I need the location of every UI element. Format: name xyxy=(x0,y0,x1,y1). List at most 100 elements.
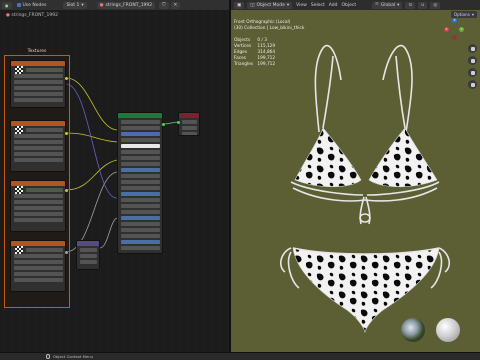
node-field[interactable] xyxy=(121,143,160,148)
editor-type-button[interactable]: ▣ xyxy=(234,1,245,9)
ortho-toggle-button[interactable] xyxy=(468,80,477,89)
node-field[interactable] xyxy=(121,191,160,196)
node-field[interactable] xyxy=(121,131,160,136)
surface-input-socket[interactable] xyxy=(176,120,180,124)
camera-button[interactable] xyxy=(468,68,477,77)
breadcrumb-material-icon: ● xyxy=(6,13,10,18)
node-field[interactable] xyxy=(121,179,160,184)
node-field[interactable] xyxy=(14,205,63,210)
node-field[interactable] xyxy=(14,211,63,216)
image-field[interactable] xyxy=(26,67,63,72)
slot-dropdown[interactable]: Slot 1 ▾ xyxy=(63,1,87,9)
node-field[interactable] xyxy=(14,133,63,138)
pivot-button[interactable]: ⊙ xyxy=(405,1,416,9)
node-field[interactable] xyxy=(14,157,63,162)
node-row xyxy=(13,79,63,84)
node-field[interactable] xyxy=(121,185,160,190)
bikini-model[interactable] xyxy=(271,20,461,350)
node-field[interactable] xyxy=(14,139,63,144)
proportional-edit-button[interactable]: ◎ xyxy=(430,1,441,9)
node-field[interactable] xyxy=(182,131,197,135)
node-field[interactable] xyxy=(80,259,97,264)
node-field[interactable] xyxy=(14,85,63,90)
use-nodes-checkbox[interactable] xyxy=(16,3,21,7)
image-texture-node-4[interactable] xyxy=(10,240,66,292)
node-field[interactable] xyxy=(121,155,160,160)
node-field[interactable] xyxy=(121,197,160,202)
node-field[interactable] xyxy=(121,227,160,232)
node-field[interactable] xyxy=(14,199,63,204)
normal-map-node[interactable] xyxy=(76,240,100,270)
zoom-button[interactable] xyxy=(468,44,477,53)
output-socket[interactable] xyxy=(64,188,68,192)
node-row xyxy=(120,137,160,142)
image-field[interactable] xyxy=(26,187,63,192)
pan-button[interactable] xyxy=(468,56,477,65)
menu-object[interactable]: Object xyxy=(341,3,356,8)
node-field[interactable] xyxy=(14,193,63,198)
image-texture-node-1[interactable] xyxy=(10,60,66,108)
output-socket[interactable] xyxy=(64,131,68,135)
material-output-node[interactable] xyxy=(178,112,200,136)
node-field[interactable] xyxy=(121,125,160,130)
image-texture-node-2[interactable] xyxy=(10,120,66,172)
material-unlink-button[interactable]: ✕ xyxy=(170,1,181,9)
node-field[interactable] xyxy=(80,253,97,258)
node-field[interactable] xyxy=(121,215,160,220)
node-row xyxy=(13,125,63,134)
node-field[interactable] xyxy=(14,79,63,84)
frame-label: Textures xyxy=(27,49,47,54)
node-field[interactable] xyxy=(121,233,160,238)
node-field[interactable] xyxy=(14,271,63,276)
node-row xyxy=(13,133,63,138)
editor-type-button[interactable]: ● xyxy=(2,1,12,9)
node-field[interactable] xyxy=(14,253,63,258)
shader-node-editor[interactable]: ● Use Nodes Slot 1 ▾ ● strings_FRONT_199… xyxy=(0,0,230,352)
node-field[interactable] xyxy=(14,145,63,150)
output-socket[interactable] xyxy=(64,250,68,254)
mouse-right-icon xyxy=(46,354,50,359)
node-field[interactable] xyxy=(80,247,97,252)
material-fake-user-button[interactable]: ⛉ xyxy=(159,1,169,9)
node-field[interactable] xyxy=(14,265,63,270)
transform-orientation-dropdown[interactable]: ⤧ Global ▾ xyxy=(372,1,403,9)
node-field[interactable] xyxy=(14,73,63,78)
node-field[interactable] xyxy=(121,239,160,244)
node-field[interactable] xyxy=(121,119,160,124)
menu-select[interactable]: Select xyxy=(311,3,325,8)
cube-icon: ▣ xyxy=(237,2,242,8)
node-field[interactable] xyxy=(121,167,160,172)
node-field[interactable] xyxy=(121,173,160,178)
use-nodes-toggle[interactable]: Use Nodes xyxy=(14,2,50,9)
camera-icon xyxy=(470,70,475,75)
menu-view[interactable]: View xyxy=(296,3,307,8)
node-field[interactable] xyxy=(121,221,160,226)
options-dropdown[interactable]: Options ▾ xyxy=(450,11,477,18)
image-texture-node-3[interactable] xyxy=(10,180,66,232)
node-field[interactable] xyxy=(182,119,197,124)
bsdf-output-socket[interactable] xyxy=(161,122,165,126)
output-socket[interactable] xyxy=(64,76,68,80)
image-field[interactable] xyxy=(26,247,63,252)
node-field[interactable] xyxy=(14,97,63,102)
node-field[interactable] xyxy=(121,149,160,154)
3d-viewport[interactable]: ▣ ◫ Object Mode ▾ View Select Add Object… xyxy=(231,0,480,352)
node-field[interactable] xyxy=(121,203,160,208)
mode-dropdown[interactable]: ◫ Object Mode ▾ xyxy=(247,1,293,9)
node-field[interactable] xyxy=(121,161,160,166)
node-field[interactable] xyxy=(121,245,160,250)
material-selector[interactable]: ● strings_FRONT_1992 xyxy=(96,1,156,9)
node-field[interactable] xyxy=(14,91,63,96)
menu-add[interactable]: Add xyxy=(329,3,338,8)
node-field[interactable] xyxy=(14,217,63,222)
node-field[interactable] xyxy=(182,125,197,130)
principled-bsdf-node[interactable] xyxy=(117,112,163,254)
node-field[interactable] xyxy=(121,209,160,214)
hand-icon xyxy=(470,58,475,63)
image-field[interactable] xyxy=(26,127,63,132)
node-field[interactable] xyxy=(121,137,160,142)
node-field[interactable] xyxy=(14,277,63,282)
node-field[interactable] xyxy=(14,151,63,156)
snap-button[interactable]: ∪ xyxy=(418,1,428,9)
node-field[interactable] xyxy=(14,259,63,264)
